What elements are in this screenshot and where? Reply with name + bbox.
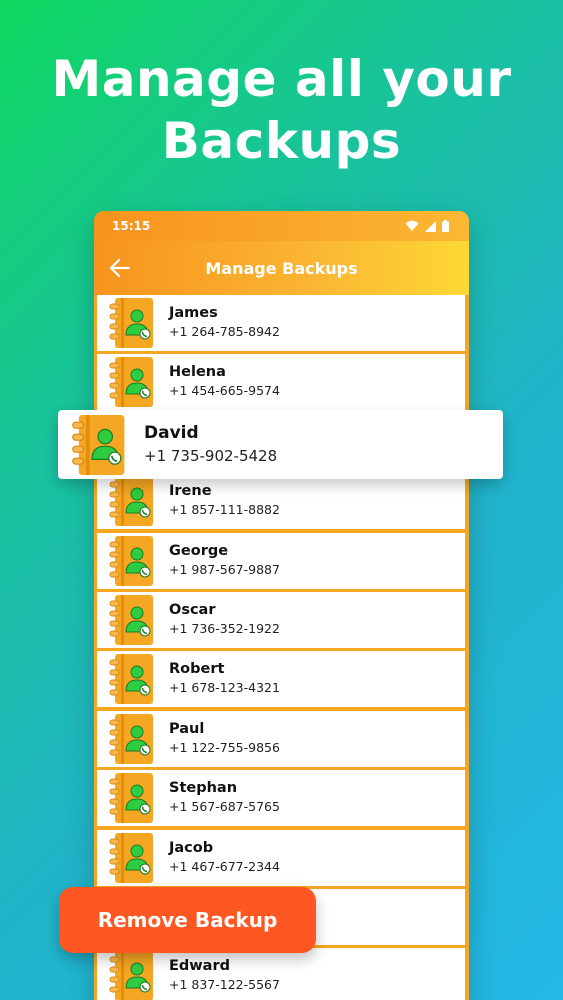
status-time: 15:15 bbox=[112, 219, 151, 233]
featured-contact-card[interactable]: David +1 735-902-5428 bbox=[58, 410, 503, 479]
list-item[interactable]: Robert +1 678-123-4321 bbox=[97, 651, 465, 708]
list-item[interactable]: Oscar +1 736-352-1922 bbox=[97, 591, 465, 648]
contact-phone: +1 735-902-5428 bbox=[144, 447, 278, 465]
contact-name: Oscar bbox=[169, 601, 216, 618]
contact-book-icon bbox=[109, 713, 153, 764]
contact-phone: +1 857-111-8882 bbox=[169, 502, 280, 518]
list-item[interactable]: Jacob +1 467-677-2344 bbox=[97, 829, 465, 886]
headline: Manage all your Backups bbox=[0, 48, 563, 172]
contact-name: Edward bbox=[169, 958, 230, 975]
contact-book-icon bbox=[70, 415, 126, 475]
contact-book-icon bbox=[109, 535, 153, 586]
contact-name: Jacob bbox=[169, 839, 214, 856]
list-item[interactable]: Irene +1 857-111-8882 bbox=[97, 473, 465, 530]
battery-icon bbox=[442, 220, 449, 232]
contact-phone: +1 736-352-1922 bbox=[169, 620, 280, 636]
contact-book-icon bbox=[109, 832, 153, 883]
list-item[interactable]: Stephan +1 567-687-5765 bbox=[97, 770, 465, 827]
contact-phone: +1 567-687-5765 bbox=[169, 799, 280, 815]
phone-frame: 15:15 Manage Backups James +1 264-785-894… bbox=[94, 211, 469, 1000]
cell-signal-icon bbox=[425, 220, 436, 232]
list-item[interactable]: James +1 264-785-8942 bbox=[97, 295, 465, 351]
contact-name: Helena bbox=[169, 364, 226, 381]
contact-phone: +1 987-567-9887 bbox=[169, 561, 280, 577]
contact-name: Paul bbox=[169, 720, 205, 737]
list-item[interactable]: Edward +1 837-122-5567 bbox=[97, 948, 465, 1000]
contact-book-icon bbox=[109, 298, 153, 348]
app-bar: Manage Backups bbox=[94, 241, 469, 295]
contact-book-icon bbox=[109, 654, 153, 705]
contact-phone: +1 264-785-8942 bbox=[169, 324, 280, 339]
contact-phone: +1 467-677-2344 bbox=[169, 858, 280, 874]
contact-phone: +1 454-665-9574 bbox=[169, 383, 280, 399]
contact-book-icon bbox=[109, 773, 153, 824]
status-bar: 15:15 bbox=[94, 211, 469, 241]
remove-backup-button[interactable]: Remove Backup bbox=[59, 887, 316, 953]
wifi-icon bbox=[405, 220, 419, 231]
contact-name: Robert bbox=[169, 661, 225, 678]
list-item[interactable]: George +1 987-567-9887 bbox=[97, 532, 465, 589]
contact-phone: +1 837-122-5567 bbox=[169, 977, 280, 993]
contact-book-icon bbox=[109, 594, 153, 645]
headline-line-2: Backups bbox=[161, 112, 402, 170]
contact-book-icon bbox=[109, 357, 153, 408]
headline-line-1: Manage all your bbox=[51, 50, 512, 108]
list-item[interactable]: Paul +1 122-755-9856 bbox=[97, 710, 465, 767]
status-icons bbox=[405, 220, 449, 232]
contact-name: Irene bbox=[169, 483, 212, 500]
contact-phone: +1 678-123-4321 bbox=[169, 680, 280, 696]
contact-book-icon bbox=[109, 951, 153, 1000]
contact-name: Stephan bbox=[169, 780, 238, 797]
contact-book-icon bbox=[109, 476, 153, 527]
contact-name: George bbox=[169, 542, 229, 559]
contact-name: James bbox=[169, 305, 218, 321]
page-title: Manage Backups bbox=[205, 258, 358, 278]
list-item[interactable]: Helena +1 454-665-9574 bbox=[97, 354, 465, 411]
back-button[interactable] bbox=[106, 254, 134, 282]
contact-phone: +1 122-755-9856 bbox=[169, 739, 280, 755]
contact-name: David bbox=[144, 423, 199, 443]
arrow-left-icon bbox=[109, 258, 131, 278]
